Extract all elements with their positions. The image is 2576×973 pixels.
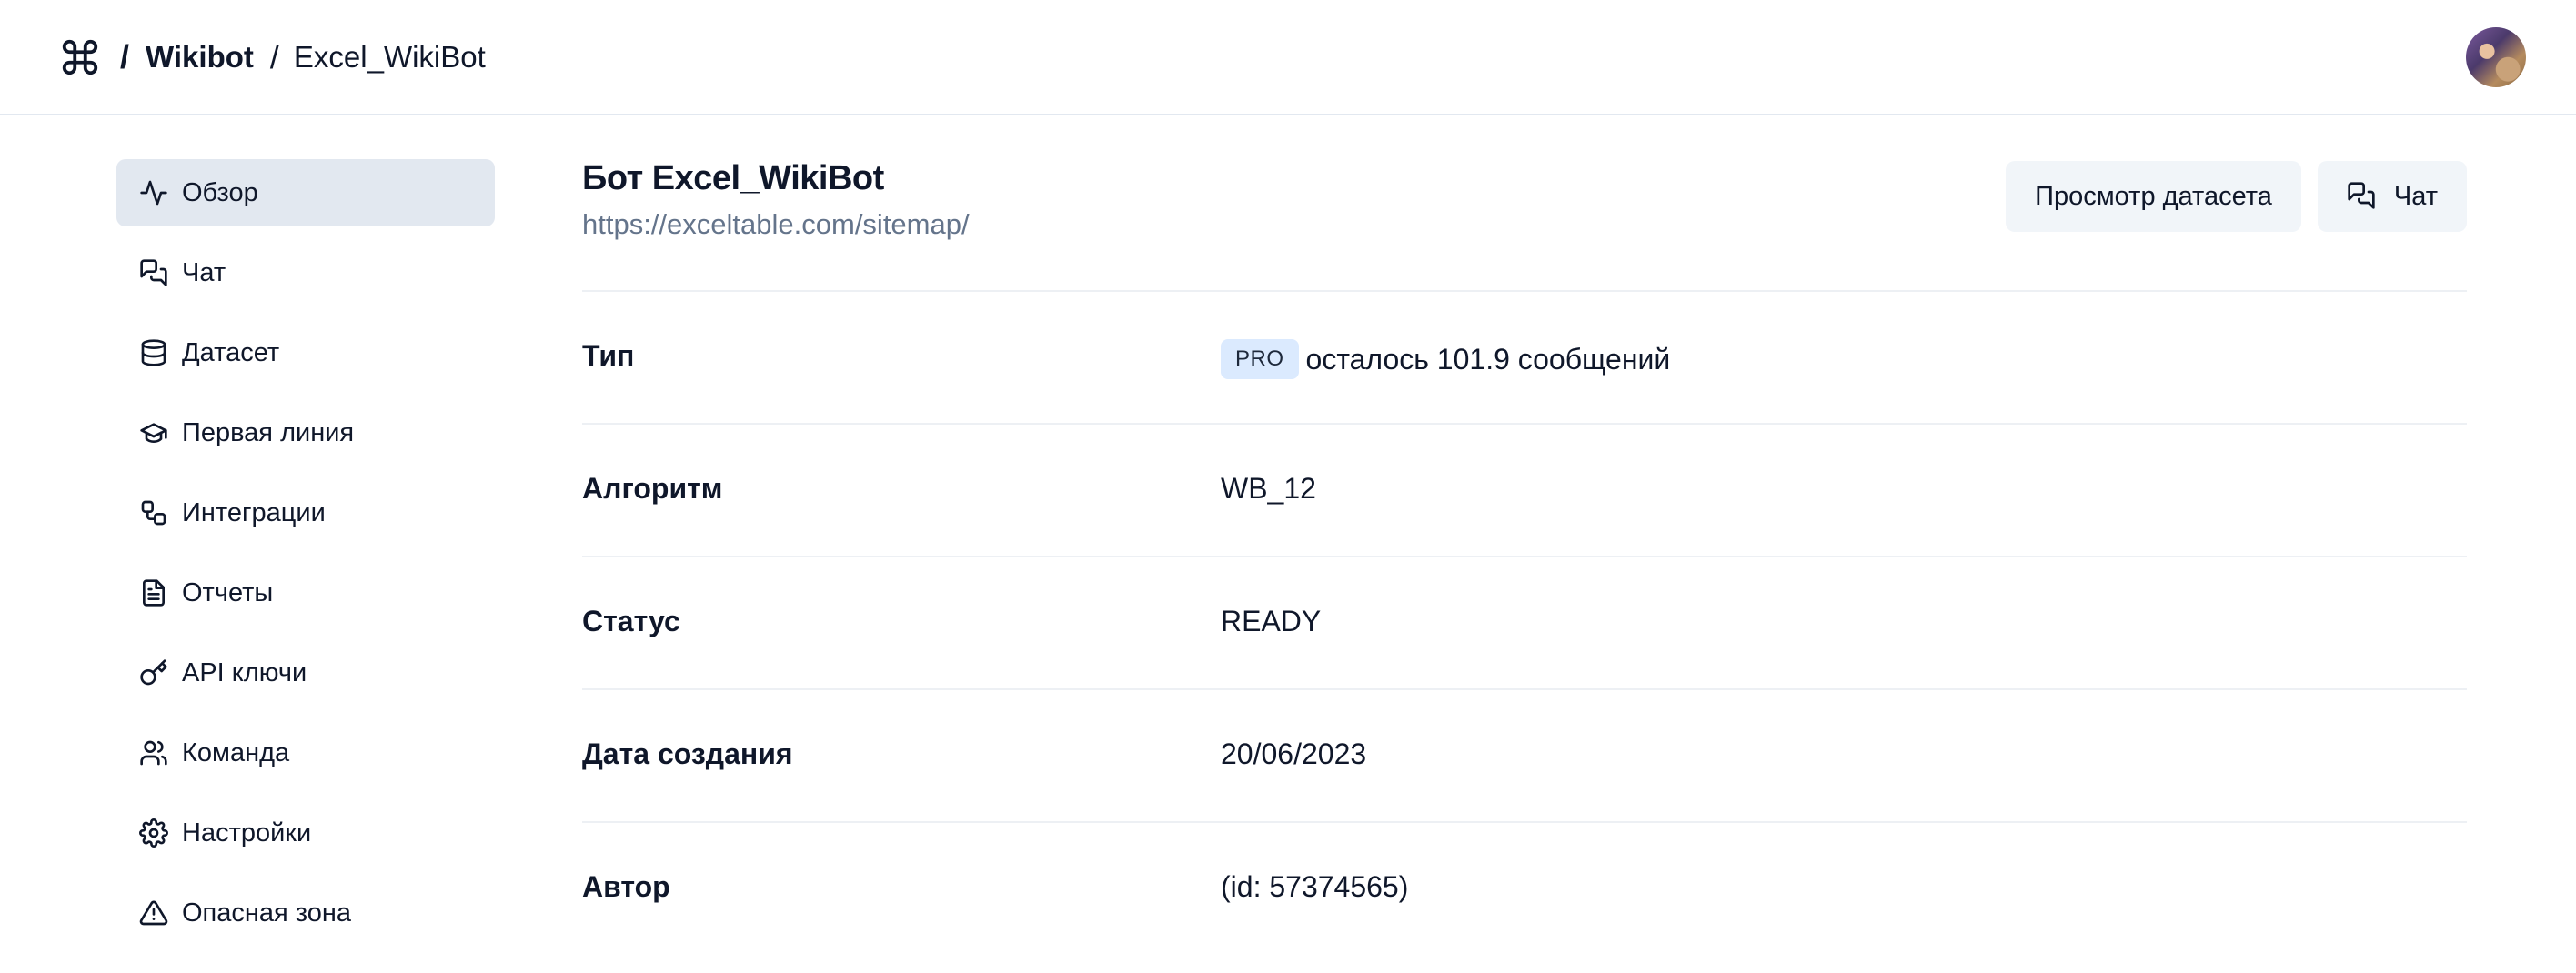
sidebar-item-danger-zone[interactable]: Опасная зона <box>116 879 495 947</box>
sidebar-item-first-line[interactable]: Первая линия <box>116 399 495 466</box>
plan-badge: PRO <box>1221 339 1299 379</box>
info-row-type: Тип PRO осталось 101.9 сообщений <box>582 292 2467 425</box>
messages-remaining: осталось 101.9 сообщений <box>1305 342 1671 376</box>
sidebar-item-label: Команда <box>182 737 290 767</box>
command-icon[interactable] <box>58 35 102 79</box>
top-bar: / Wikibot / Excel_WikiBot <box>0 0 2576 115</box>
graduation-cap-icon <box>138 417 169 448</box>
gear-icon <box>138 818 169 848</box>
file-text-icon <box>138 577 169 608</box>
info-row-created: Дата создания 20/06/2023 <box>582 690 2467 823</box>
sidebar-item-team[interactable]: Команда <box>116 719 495 787</box>
sidebar-item-label: Интеграции <box>182 497 326 527</box>
chat-button-label: Чат <box>2393 181 2438 211</box>
sidebar-item-label: Обзор <box>182 177 258 207</box>
sidebar-item-dataset[interactable]: Датасет <box>116 319 495 386</box>
info-value: READY <box>1221 605 1322 637</box>
header-actions: Просмотр датасета Чат <box>2006 161 2467 232</box>
sidebar-item-api-keys[interactable]: API ключи <box>116 639 495 707</box>
sidebar-item-label: Датасет <box>182 337 280 367</box>
info-value: PRO осталось 101.9 сообщений <box>1221 339 1670 379</box>
breadcrumb-separator: / <box>120 38 130 75</box>
activity-icon <box>138 177 169 208</box>
info-row-author: Автор (id: 57374565) <box>582 823 2467 956</box>
sidebar-item-label: Отчеты <box>182 577 274 607</box>
sidebar-item-label: Опасная зона <box>182 898 352 928</box>
info-label: Тип <box>582 339 635 372</box>
info-value: 20/06/2023 <box>1221 737 1367 770</box>
users-icon <box>138 737 169 768</box>
sidebar-item-settings[interactable]: Настройки <box>116 799 495 867</box>
sidebar-item-overview[interactable]: Обзор <box>116 159 495 226</box>
database-icon <box>138 337 169 368</box>
chat-icon <box>138 257 169 288</box>
sidebar-item-label: Первая линия <box>182 417 355 447</box>
sidebar-item-label: API ключи <box>182 657 307 687</box>
view-dataset-button-label: Просмотр датасета <box>2035 181 2272 211</box>
info-label: Алгоритм <box>582 472 723 505</box>
breadcrumb-bot[interactable]: Excel_WikiBot <box>294 40 486 75</box>
info-row-status: Статус READY <box>582 557 2467 690</box>
breadcrumb-separator: / <box>269 38 279 75</box>
workflow-icon <box>138 497 169 528</box>
sidebar-item-label: Чат <box>182 257 226 287</box>
info-label: Автор <box>582 870 670 903</box>
breadcrumb-workspace[interactable]: Wikibot <box>146 40 254 75</box>
view-dataset-button[interactable]: Просмотр датасета <box>2006 161 2301 232</box>
breadcrumb: / Wikibot / Excel_WikiBot <box>58 31 486 84</box>
sidebar-item-label: Настройки <box>182 818 312 848</box>
bot-url[interactable]: https://exceltable.com/sitemap/ <box>582 208 970 241</box>
chat-icon <box>2347 181 2378 212</box>
sidebar-item-reports[interactable]: Отчеты <box>116 559 495 627</box>
info-label: Дата создания <box>582 737 793 770</box>
sidebar-item-chat[interactable]: Чат <box>116 239 495 306</box>
sidebar-item-integrations[interactable]: Интеграции <box>116 479 495 547</box>
info-value: WB_12 <box>1221 472 1316 505</box>
user-avatar[interactable] <box>2466 27 2526 87</box>
page-title: Бот Excel_WikiBot <box>582 159 884 197</box>
chat-button[interactable]: Чат <box>2317 161 2467 232</box>
sidebar: Обзор Чат Датасет Первая линия Интеграци… <box>116 159 495 959</box>
key-icon <box>138 657 169 688</box>
bot-header: Бот Excel_WikiBot https://exceltable.com… <box>582 159 2467 292</box>
info-label: Статус <box>582 605 680 637</box>
info-value: (id: 57374565) <box>1221 870 1409 903</box>
main-content: Бот Excel_WikiBot https://exceltable.com… <box>582 159 2467 956</box>
info-row-algorithm: Алгоритм WB_12 <box>582 425 2467 557</box>
warning-icon <box>138 898 169 928</box>
